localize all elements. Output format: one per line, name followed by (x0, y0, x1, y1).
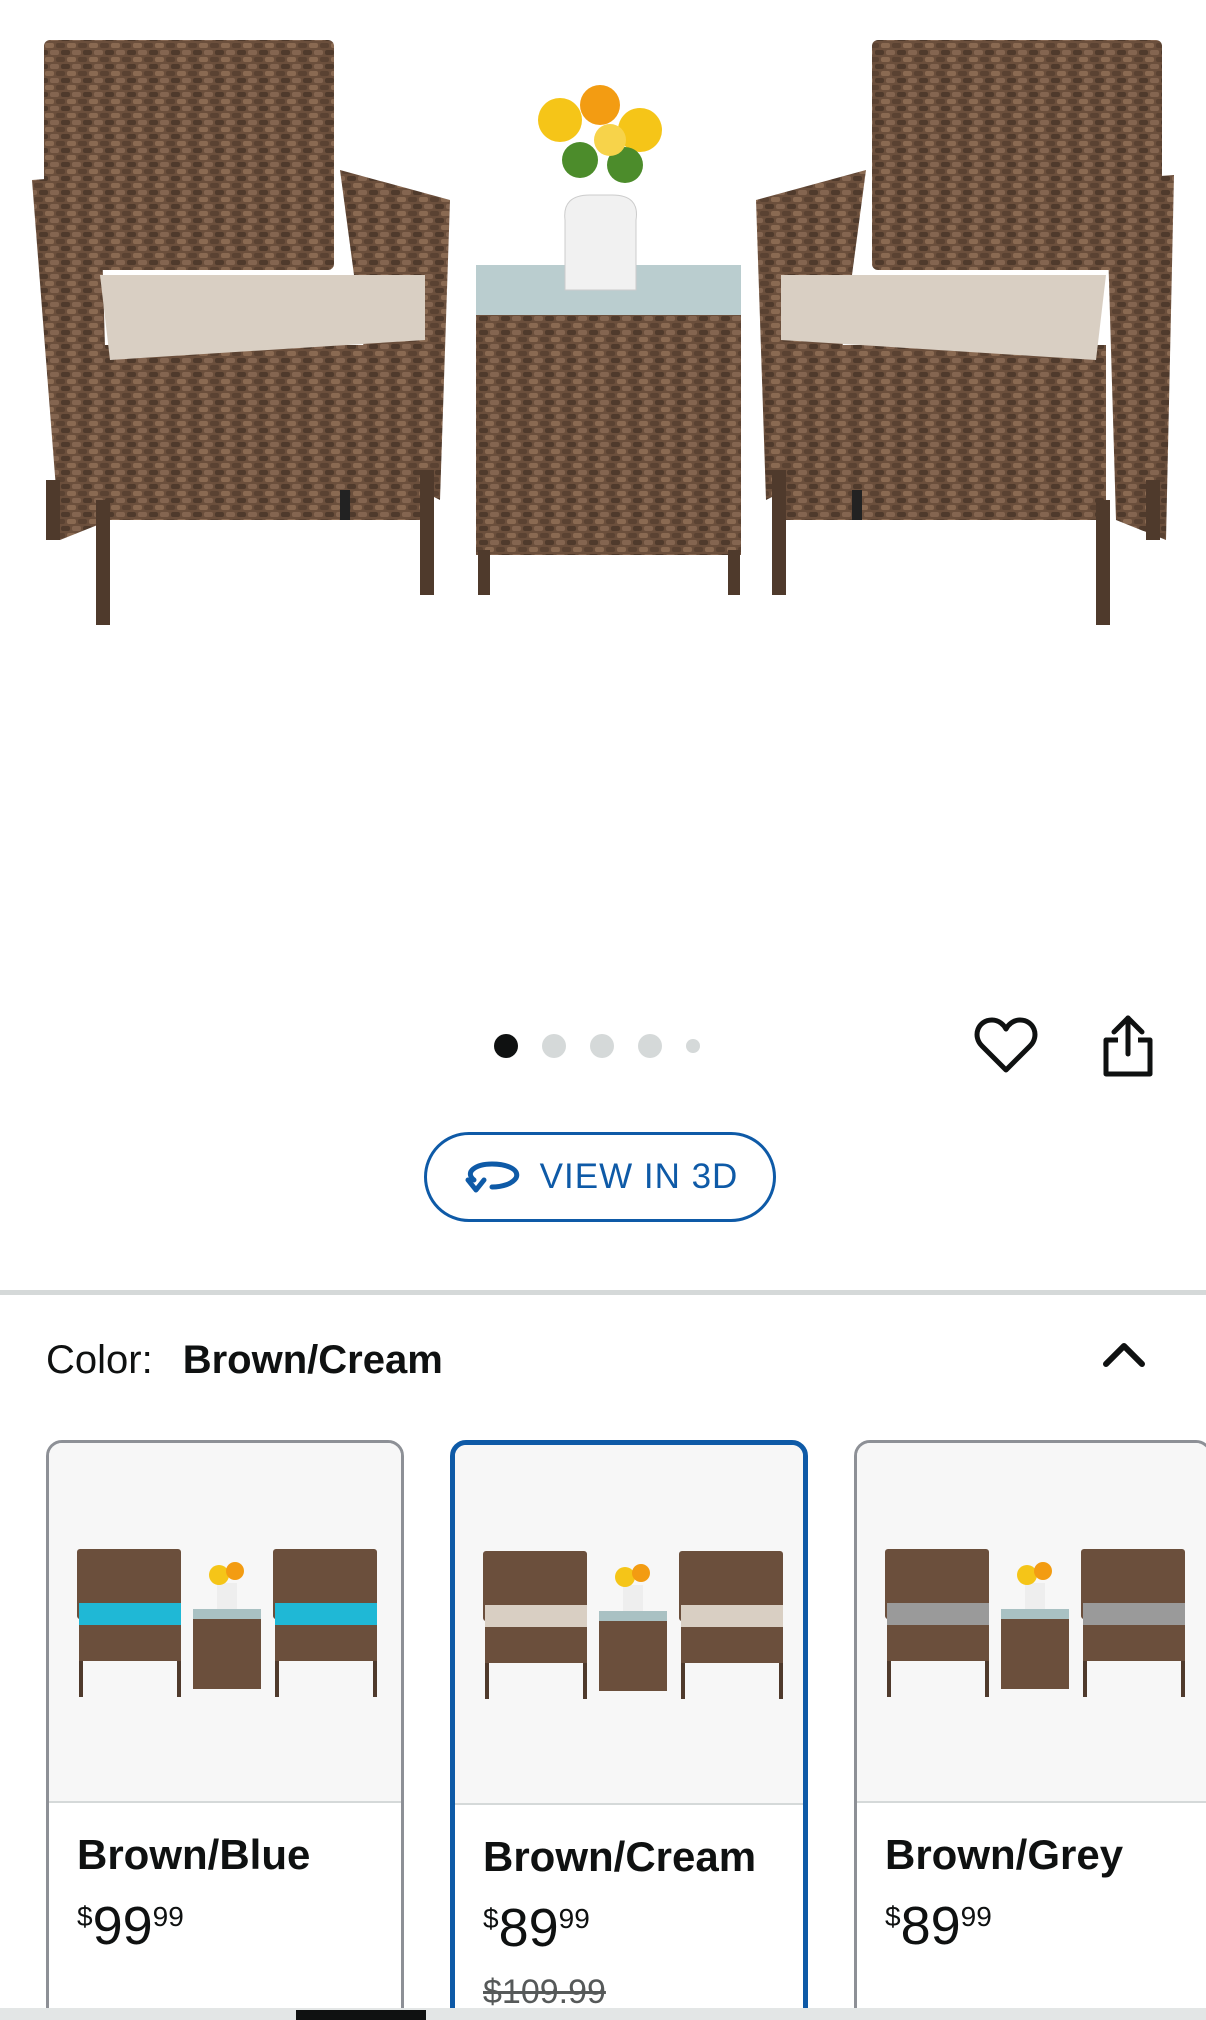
swatch-name: Brown/Grey (885, 1831, 1124, 1878)
list-price: $109.99 (483, 1973, 606, 2011)
price-fraction: 99 (152, 1901, 184, 1932)
selected-color-value: Brown/Cream (182, 1338, 443, 1382)
price-symbol: $ (885, 1901, 901, 1932)
color-swatch-brown-grey[interactable]: Brown/Grey $ 89 99 (854, 1440, 1206, 2020)
price-whole: 89 (498, 1898, 559, 1958)
swatch-price: $ 89 99 (885, 1895, 992, 1957)
product-page: VIEW IN 3D Color: Brown/Cream Brown/Blue… (0, 0, 1206, 2020)
view-in-3d-label: VIEW IN 3D (539, 1157, 739, 1196)
color-selector-header: Color: Brown/Cream (46, 1338, 443, 1383)
carousel-dot[interactable] (542, 1034, 566, 1058)
patio-set-thumbnail (885, 1549, 1185, 1697)
swatch-price: $ 89 99 (483, 1897, 590, 1959)
rotate-3d-icon (465, 1161, 519, 1193)
swatch-thumbnail (857, 1443, 1206, 1803)
collapse-color-button[interactable] (1094, 1330, 1154, 1378)
price-fraction: 99 (960, 1901, 992, 1932)
patio-set-thumbnail (483, 1551, 783, 1699)
color-label: Color: (46, 1338, 153, 1382)
scroll-handle[interactable] (296, 2010, 426, 2020)
patio-set-illustration (32, 40, 1174, 625)
price-symbol: $ (483, 1903, 499, 1934)
patio-set-thumbnail (77, 1549, 377, 1697)
price-whole: 99 (92, 1896, 153, 1956)
swatch-thumbnail (455, 1445, 803, 1805)
carousel-dot[interactable] (494, 1034, 518, 1058)
left-chair (32, 40, 450, 625)
side-table (476, 85, 741, 595)
share-button[interactable] (1092, 1010, 1164, 1082)
section-divider (0, 1290, 1206, 1295)
view-in-3d-button[interactable]: VIEW IN 3D (424, 1132, 776, 1222)
heart-icon (974, 1017, 1038, 1073)
carousel-dot[interactable] (638, 1034, 662, 1058)
favorite-button[interactable] (970, 1010, 1042, 1082)
swatch-name: Brown/Blue (77, 1831, 311, 1878)
price-fraction: 99 (558, 1903, 590, 1934)
carousel-dot[interactable] (590, 1034, 614, 1058)
carousel-indicator (494, 1034, 700, 1058)
swatch-thumbnail (49, 1443, 401, 1803)
price-whole: 89 (900, 1896, 961, 1956)
chevron-up-icon (1103, 1343, 1145, 1367)
share-icon (1103, 1015, 1153, 1077)
product-image[interactable] (0, 0, 1206, 980)
color-swatch-brown-blue[interactable]: Brown/Blue $ 99 99 (46, 1440, 404, 2020)
carousel-dot[interactable] (686, 1039, 700, 1053)
swatch-name: Brown/Cream (483, 1833, 757, 1880)
swatch-price: $ 99 99 (77, 1895, 184, 1957)
bottom-sheet-edge (0, 2008, 1206, 2020)
price-symbol: $ (77, 1901, 93, 1932)
right-chair (756, 40, 1174, 625)
color-swatch-brown-cream[interactable]: Brown/Cream $ 89 99 $109.99 (450, 1440, 808, 2020)
